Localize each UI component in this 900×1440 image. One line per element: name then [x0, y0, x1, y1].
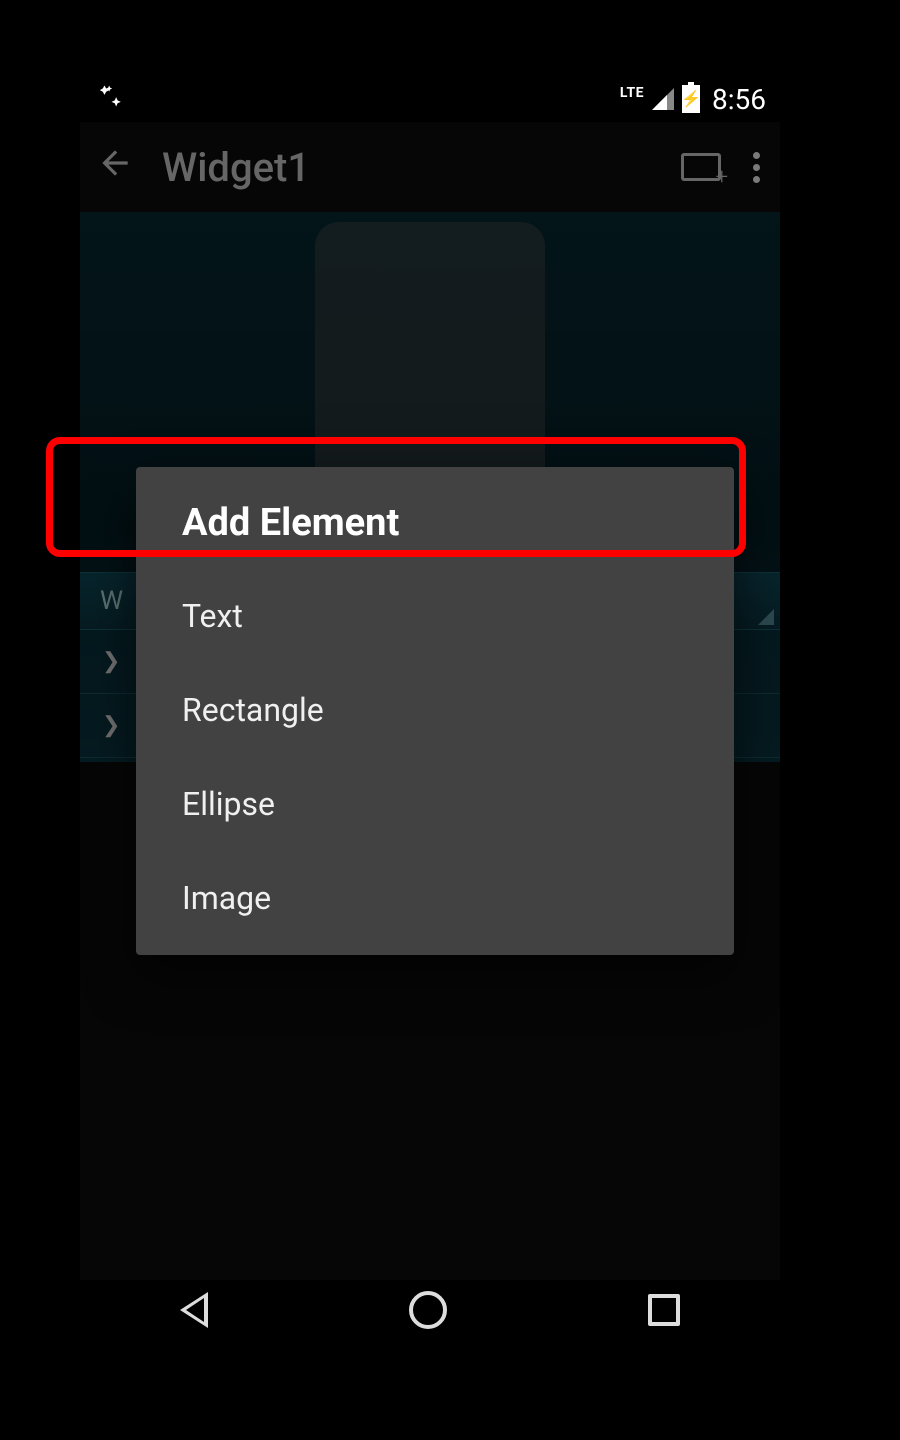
dialog-title: Add Element [136, 467, 734, 569]
status-bar: LTE ⚡ 8:56 [80, 80, 780, 118]
status-right: LTE ⚡ 8:56 [620, 83, 766, 116]
nav-home-button[interactable] [409, 1291, 447, 1329]
nav-back-button[interactable] [180, 1292, 208, 1328]
app-area: Widget1 W ❯ ❯ Add Elem [80, 122, 780, 1280]
magic-wand-icon [94, 82, 122, 117]
status-clock: 8:56 [712, 83, 766, 116]
dialog-item-text[interactable]: Text [136, 569, 734, 663]
system-nav-bar [80, 1270, 780, 1350]
status-left [94, 82, 122, 117]
add-element-dialog: Add Element Text Rectangle Ellipse Image [136, 467, 734, 955]
nav-recent-button[interactable] [648, 1294, 680, 1326]
signal-icon [652, 88, 674, 110]
battery-charging-icon: ⚡ [682, 85, 700, 113]
dialog-item-image[interactable]: Image [136, 851, 734, 945]
dialog-item-ellipse[interactable]: Ellipse [136, 757, 734, 851]
network-type-label: LTE [620, 85, 644, 101]
dialog-item-rectangle[interactable]: Rectangle [136, 663, 734, 757]
device-frame: LTE ⚡ 8:56 Widget1 W ❯ [80, 80, 780, 1280]
